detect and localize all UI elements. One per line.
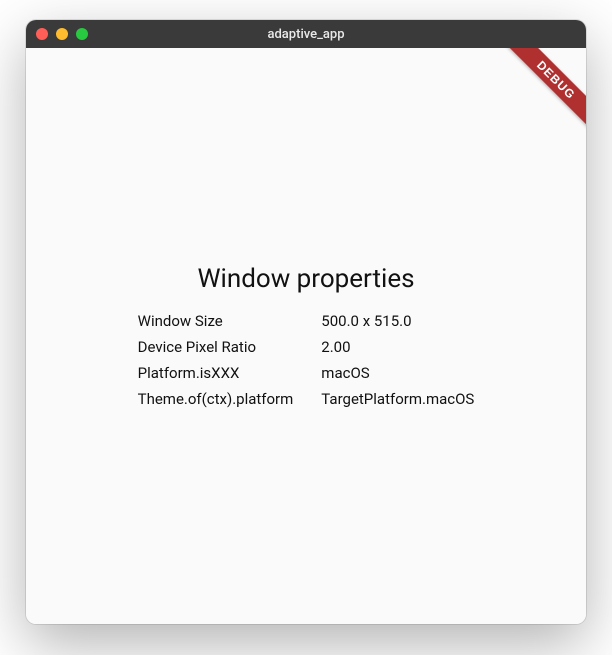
maximize-button[interactable] (76, 28, 88, 40)
window-title: adaptive_app (26, 27, 586, 42)
property-value: 2.00 (321, 338, 474, 356)
close-button[interactable] (36, 28, 48, 40)
page-title: Window properties (197, 264, 414, 294)
property-value: TargetPlatform.macOS (321, 390, 474, 408)
content-area: DEBUG Window properties Window Size 500.… (26, 48, 586, 624)
traffic-lights (26, 28, 88, 40)
property-label: Device Pixel Ratio (138, 338, 294, 356)
debug-ribbon: DEBUG (499, 48, 586, 137)
property-label: Platform.isXXX (138, 364, 294, 382)
property-value: macOS (321, 364, 474, 382)
app-window: adaptive_app DEBUG Window properties Win… (26, 20, 586, 624)
property-label: Theme.of(ctx).platform (138, 390, 294, 408)
titlebar: adaptive_app (26, 20, 586, 48)
minimize-button[interactable] (56, 28, 68, 40)
property-value: 500.0 x 515.0 (321, 312, 474, 330)
properties-table: Window Size 500.0 x 515.0 Device Pixel R… (138, 312, 475, 408)
property-label: Window Size (138, 312, 294, 330)
